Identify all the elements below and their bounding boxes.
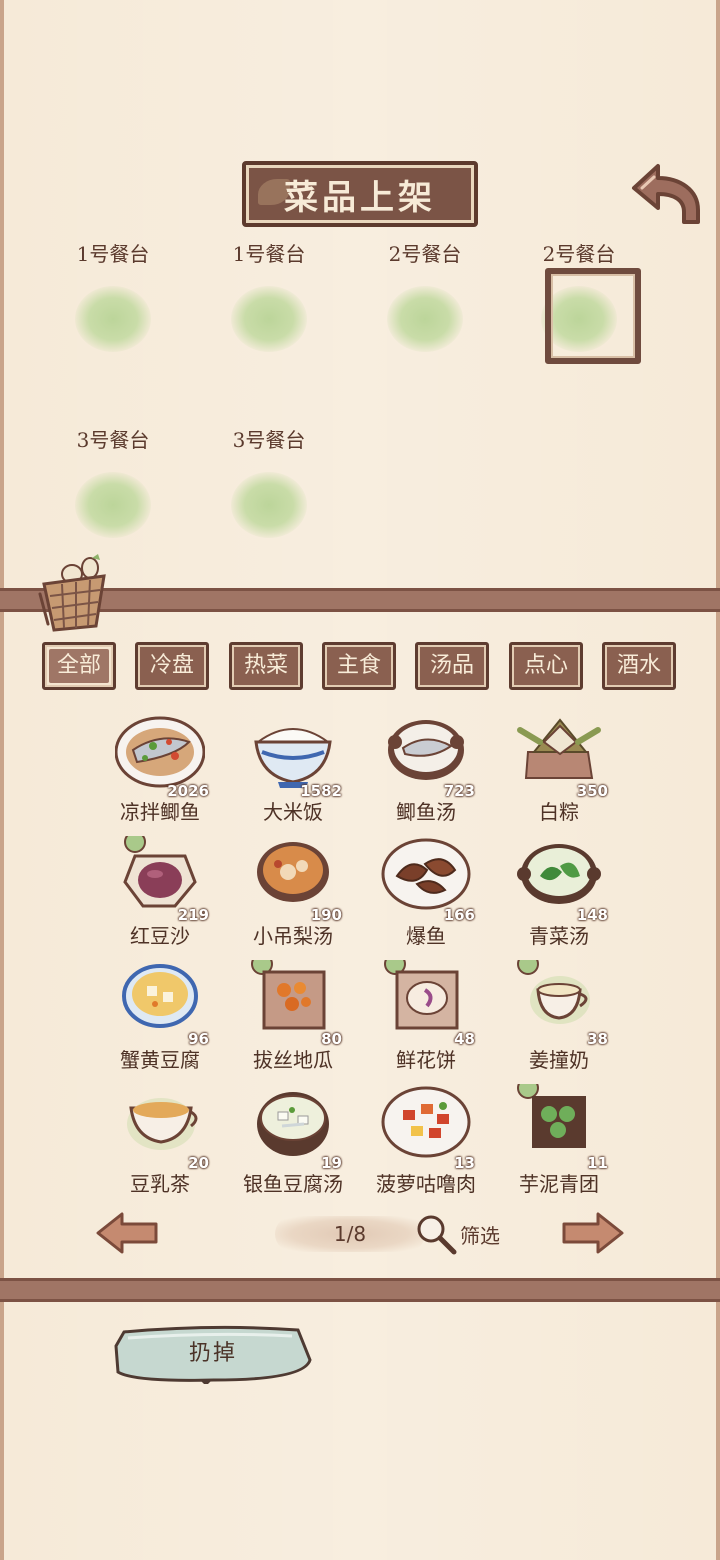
flower-cake-icon bbox=[384, 960, 459, 1030]
dish-item[interactable]: 20 豆乳茶 bbox=[93, 1084, 227, 1204]
tab-label: 汤品 bbox=[429, 653, 474, 678]
soy-milk-tea-icon bbox=[127, 1098, 198, 1150]
tab-desserts[interactable]: 点心 bbox=[509, 642, 583, 690]
table-label: 2号餐台 bbox=[542, 242, 616, 266]
pear-soup-icon bbox=[257, 842, 329, 902]
empty-table-plate bbox=[387, 286, 463, 352]
tab-label: 酒水 bbox=[616, 653, 661, 678]
dish-name: 蟹黄豆腐 bbox=[120, 1048, 200, 1072]
taro-green-dumpling-icon bbox=[517, 1084, 586, 1148]
dish-name: 鲫鱼汤 bbox=[396, 800, 456, 824]
selection-frame bbox=[545, 268, 641, 364]
table-slot[interactable]: 3号餐台 bbox=[48, 424, 178, 564]
tab-staples[interactable]: 主食 bbox=[322, 642, 396, 690]
rice-bowl-icon bbox=[254, 728, 332, 788]
empty-table-plate bbox=[75, 286, 151, 352]
magnifier-icon[interactable] bbox=[414, 1212, 458, 1256]
candied-sweet-potato-icon bbox=[251, 960, 326, 1030]
dish-item[interactable]: 11 芋泥青团 bbox=[492, 1084, 626, 1204]
tab-cold-dishes[interactable]: 冷盘 bbox=[135, 642, 209, 690]
tab-label: 全部 bbox=[49, 649, 109, 683]
next-page-arrow-icon[interactable] bbox=[560, 1210, 626, 1256]
table-label: 3号餐台 bbox=[76, 428, 150, 452]
title-plaque: 菜品上架 bbox=[242, 161, 478, 227]
greens-soup-pot-icon bbox=[517, 844, 601, 904]
dish-name: 白粽 bbox=[539, 800, 579, 824]
empty-table-plate bbox=[231, 286, 307, 352]
dish-item[interactable]: 2026 凉拌鲫鱼 bbox=[93, 712, 227, 832]
dish-name: 凉拌鲫鱼 bbox=[120, 800, 200, 824]
table-label: 1号餐台 bbox=[76, 242, 150, 266]
table-label: 3号餐台 bbox=[232, 428, 306, 452]
fried-fish-plate-icon bbox=[381, 838, 471, 910]
dish-name: 红豆沙 bbox=[130, 924, 190, 948]
dish-name: 青菜汤 bbox=[529, 924, 589, 948]
dish-name: 姜撞奶 bbox=[529, 1048, 589, 1072]
table-label: 2号餐台 bbox=[388, 242, 462, 266]
tab-drinks[interactable]: 酒水 bbox=[602, 642, 676, 690]
table-slot[interactable]: 1号餐台 bbox=[204, 238, 334, 378]
crab-tofu-bowl-icon bbox=[122, 964, 198, 1028]
dish-item[interactable]: 190 小吊梨汤 bbox=[226, 836, 360, 956]
dish-name: 豆乳茶 bbox=[130, 1172, 190, 1196]
dish-item[interactable]: 13 菠萝咕噜肉 bbox=[359, 1084, 493, 1204]
tab-hot-dishes[interactable]: 热菜 bbox=[229, 642, 303, 690]
table-label: 1号餐台 bbox=[232, 242, 306, 266]
sweet-sour-pork-icon bbox=[381, 1086, 471, 1158]
dish-name: 小吊梨汤 bbox=[253, 924, 333, 948]
discard-button[interactable]: 扔掉 bbox=[114, 1324, 312, 1384]
dish-item[interactable]: 350 白粽 bbox=[492, 712, 626, 832]
dish-item[interactable]: 1582 大米饭 bbox=[226, 712, 360, 832]
dish-item[interactable]: 80 拔丝地瓜 bbox=[226, 960, 360, 1080]
dish-item[interactable]: 19 银鱼豆腐汤 bbox=[226, 1084, 360, 1204]
tab-all[interactable]: 全部 bbox=[42, 642, 116, 690]
basket-icon bbox=[38, 554, 106, 632]
empty-table-plate bbox=[75, 472, 151, 538]
dish-item[interactable]: 48 鲜花饼 bbox=[359, 960, 493, 1080]
dish-name: 大米饭 bbox=[263, 800, 323, 824]
red-bean-paste-icon bbox=[123, 836, 197, 908]
ginger-milk-cup-icon bbox=[517, 960, 590, 1024]
table-slot[interactable]: 1号餐台 bbox=[48, 238, 178, 378]
dish-item[interactable]: 96 蟹黄豆腐 bbox=[93, 960, 227, 1080]
tab-soups[interactable]: 汤品 bbox=[415, 642, 489, 690]
left-border bbox=[0, 0, 4, 1560]
dish-item[interactable]: 38 姜撞奶 bbox=[492, 960, 626, 1080]
right-border bbox=[716, 0, 720, 1560]
fish-soup-pot-icon bbox=[388, 720, 464, 780]
whitebait-tofu-soup-icon bbox=[257, 1092, 329, 1156]
empty-table-plate bbox=[231, 472, 307, 538]
dish-name: 拔丝地瓜 bbox=[253, 1048, 333, 1072]
page-indicator: 1/8 bbox=[275, 1216, 425, 1252]
cold-fish-plate-icon bbox=[115, 716, 205, 788]
wood-divider bbox=[0, 1278, 720, 1302]
page-title: 菜品上架 bbox=[284, 177, 436, 218]
dish-name: 银鱼豆腐汤 bbox=[243, 1172, 343, 1196]
dish-name: 鲜花饼 bbox=[396, 1048, 456, 1072]
tab-label: 热菜 bbox=[243, 653, 288, 678]
dish-name: 菠萝咕噜肉 bbox=[376, 1172, 476, 1196]
dish-name: 爆鱼 bbox=[406, 924, 446, 948]
dish-item[interactable]: 723 鲫鱼汤 bbox=[359, 712, 493, 832]
tab-label: 冷盘 bbox=[149, 653, 194, 678]
back-arrow-button[interactable] bbox=[628, 160, 704, 228]
dish-name: 芋泥青团 bbox=[519, 1172, 599, 1196]
tab-label: 主食 bbox=[336, 653, 381, 678]
dish-item[interactable]: 166 爆鱼 bbox=[359, 836, 493, 956]
filter-button[interactable]: 筛选 bbox=[460, 1220, 500, 1249]
dish-item[interactable]: 219 红豆沙 bbox=[93, 836, 227, 956]
zongzi-icon bbox=[517, 718, 601, 779]
table-slot[interactable]: 3号餐台 bbox=[204, 424, 334, 564]
dish-item[interactable]: 148 青菜汤 bbox=[492, 836, 626, 956]
discard-label: 扔掉 bbox=[188, 1341, 237, 1366]
table-slot[interactable]: 2号餐台 bbox=[360, 238, 490, 378]
tab-label: 点心 bbox=[523, 653, 568, 678]
game-screen: 菜品上架 1号餐台 1号餐台 2号餐台 2号餐台 3号餐台 3号餐台 全部 冷盘… bbox=[0, 0, 720, 1560]
prev-page-arrow-icon[interactable] bbox=[94, 1210, 160, 1256]
